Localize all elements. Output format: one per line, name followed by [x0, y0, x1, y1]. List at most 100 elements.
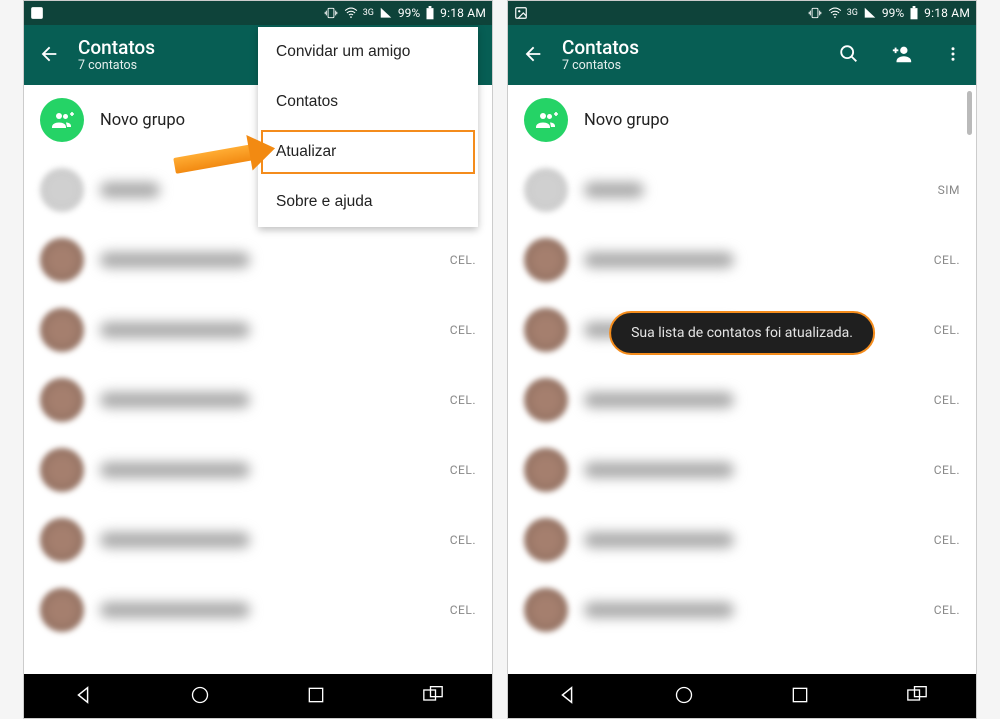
contact-row[interactable]: CEL.	[508, 435, 976, 505]
search-button[interactable]	[834, 39, 864, 72]
contact-row[interactable]: CEL.	[508, 225, 976, 295]
nav-dual-window-button[interactable]	[892, 679, 942, 714]
contact-row[interactable]: CEL.	[24, 295, 492, 365]
avatar	[40, 238, 84, 282]
contact-name-blurred	[100, 602, 250, 618]
contact-type-tag: CEL.	[934, 253, 960, 267]
overflow-button[interactable]	[940, 39, 966, 72]
contact-name-blurred	[584, 392, 734, 408]
contact-type-tag: CEL.	[934, 323, 960, 337]
nav-back-button[interactable]	[542, 678, 592, 715]
avatar	[40, 518, 84, 562]
network-label: 3G	[847, 8, 858, 18]
avatar	[40, 168, 84, 212]
contact-row[interactable]: CEL.	[24, 365, 492, 435]
back-button[interactable]	[518, 39, 548, 72]
clock: 9:18 AM	[924, 6, 970, 20]
vibrate-icon	[323, 6, 339, 20]
contact-type-tag: CEL.	[450, 323, 476, 337]
contact-type-tag: CEL.	[934, 533, 960, 547]
search-icon	[838, 43, 860, 65]
contact-name-blurred	[100, 322, 250, 338]
vibrate-icon	[807, 6, 823, 20]
contact-row[interactable]: SIM	[508, 155, 976, 225]
contact-type-tag: CEL.	[450, 603, 476, 617]
menu-item-contacts[interactable]: Contatos	[258, 77, 478, 127]
page-title: Contatos	[78, 37, 155, 59]
nav-home-button[interactable]	[176, 679, 224, 714]
avatar	[524, 308, 568, 352]
battery-pct: 99%	[398, 6, 420, 20]
contact-type-tag: CEL.	[934, 603, 960, 617]
page-title: Contatos	[562, 37, 639, 59]
menu-item-invite[interactable]: Convidar um amigo	[258, 27, 478, 77]
contact-type-tag: CEL.	[934, 463, 960, 477]
contact-name-blurred	[100, 182, 160, 198]
signal-icon	[379, 6, 393, 20]
new-group-label: Novo grupo	[100, 111, 185, 130]
contact-type-tag: CEL.	[450, 393, 476, 407]
android-nav-bar	[508, 674, 976, 718]
app-bar: Contatos 7 contatos	[508, 25, 976, 85]
avatar	[40, 308, 84, 352]
more-vert-icon	[944, 43, 962, 65]
avatar	[524, 518, 568, 562]
avatar	[524, 588, 568, 632]
battery-icon	[909, 6, 919, 20]
new-group-icon	[40, 98, 84, 142]
contact-row[interactable]: CEL.	[24, 225, 492, 295]
new-group-row[interactable]: Novo grupo	[508, 85, 976, 155]
nav-home-button[interactable]	[660, 679, 708, 714]
status-bar: 3G 99% 9:18 AM	[24, 1, 492, 25]
phone-screenshot-right: 3G 99% 9:18 AM Contatos 7 contatos	[507, 0, 977, 719]
toast-message: Sua lista de contatos foi atualizada.	[609, 311, 875, 355]
wifi-icon	[344, 6, 358, 20]
contact-name-blurred	[584, 252, 734, 268]
page-subtitle: 7 contatos	[562, 59, 639, 73]
contact-type-tag: CEL.	[450, 253, 476, 267]
add-contact-button[interactable]	[886, 39, 918, 72]
nav-recents-button[interactable]	[776, 679, 824, 714]
contact-name-blurred	[100, 462, 250, 478]
contact-row[interactable]: CEL.	[508, 505, 976, 575]
overflow-menu: Convidar um amigo Contatos Atualizar Sob…	[258, 27, 478, 227]
clock: 9:18 AM	[440, 6, 486, 20]
contact-name-blurred	[100, 392, 250, 408]
new-group-icon	[524, 98, 568, 142]
network-label: 3G	[363, 8, 374, 18]
contact-type-tag: CEL.	[934, 393, 960, 407]
phone-screenshot-left: 3G 99% 9:18 AM Contatos 7 contatos Novo …	[23, 0, 493, 719]
android-nav-bar	[24, 674, 492, 718]
menu-item-refresh[interactable]: Atualizar	[258, 127, 478, 177]
contact-list[interactable]: Novo grupo SIM CEL. CEL. CEL. CEL.	[508, 85, 976, 676]
scrollbar-thumb[interactable]	[967, 91, 972, 135]
avatar	[40, 378, 84, 422]
contact-row[interactable]: CEL.	[508, 575, 976, 645]
contact-row[interactable]: CEL.	[24, 505, 492, 575]
contact-name-blurred	[100, 252, 250, 268]
image-icon	[30, 6, 44, 20]
avatar	[40, 448, 84, 492]
contact-name-blurred	[584, 462, 734, 478]
contact-row[interactable]: CEL.	[508, 365, 976, 435]
nav-recents-button[interactable]	[292, 679, 340, 714]
avatar	[524, 238, 568, 282]
contact-name-blurred	[584, 602, 734, 618]
avatar	[524, 448, 568, 492]
contact-type-tag: CEL.	[450, 533, 476, 547]
menu-item-about[interactable]: Sobre e ajuda	[258, 177, 478, 227]
contact-row[interactable]: CEL.	[24, 575, 492, 645]
battery-icon	[425, 6, 435, 20]
back-button[interactable]	[34, 39, 64, 72]
signal-icon	[863, 6, 877, 20]
image-icon	[514, 6, 528, 20]
nav-dual-window-button[interactable]	[408, 679, 458, 714]
wifi-icon	[828, 6, 842, 20]
contact-type-tag: CEL.	[450, 463, 476, 477]
avatar	[40, 588, 84, 632]
battery-pct: 99%	[882, 6, 904, 20]
nav-back-button[interactable]	[58, 678, 108, 715]
avatar	[524, 168, 568, 212]
contact-row[interactable]: CEL.	[24, 435, 492, 505]
status-bar: 3G 99% 9:18 AM	[508, 1, 976, 25]
